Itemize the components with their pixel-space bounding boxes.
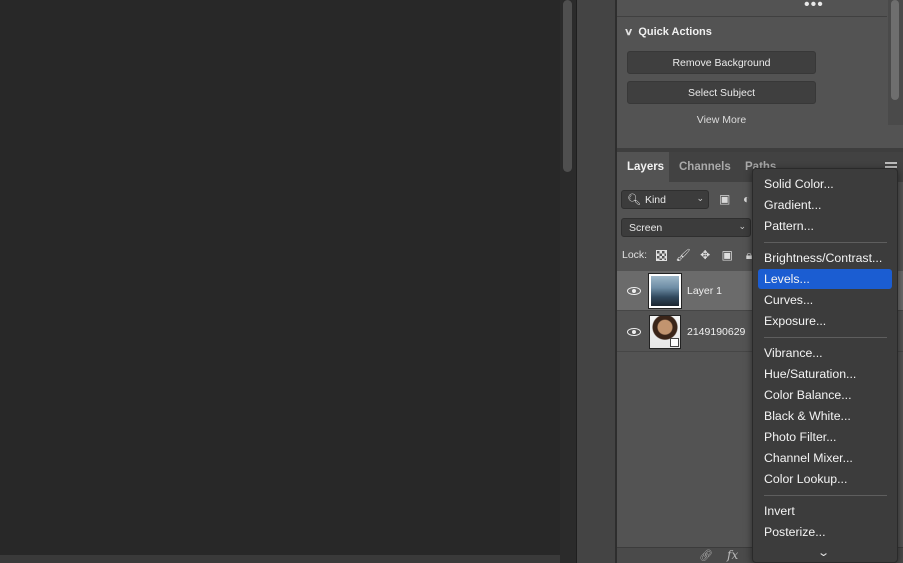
smart-object-icon bbox=[670, 338, 679, 347]
menu-item-exposure[interactable]: Exposure... bbox=[758, 311, 892, 331]
tab-layers[interactable]: Layers bbox=[617, 152, 669, 182]
menu-item-curves[interactable]: Curves... bbox=[758, 290, 892, 310]
menu-item-gradient[interactable]: Gradient... bbox=[758, 195, 892, 215]
chevron-down-icon: ∨ bbox=[623, 26, 634, 38]
blend-mode-value: Screen bbox=[629, 221, 663, 234]
link-layers-icon[interactable]: 🔗︎ bbox=[699, 549, 713, 562]
view-more-link[interactable]: View More bbox=[627, 114, 816, 126]
image-filter-icon[interactable]: ▣ bbox=[719, 192, 735, 206]
menu-item-posterize[interactable]: Posterize... bbox=[758, 522, 892, 542]
chevron-down-icon: ⌄ bbox=[738, 221, 746, 231]
visibility-eye-icon[interactable] bbox=[625, 323, 643, 341]
photoshop-window: ••• ∨ Quick Actions Remove Background Se… bbox=[0, 0, 903, 563]
chevron-down-icon: ⌄ bbox=[696, 193, 704, 203]
lock-label: Lock: bbox=[622, 249, 648, 261]
menu-item-channel-mixer[interactable]: Channel Mixer... bbox=[758, 448, 892, 468]
menu-item-black-white[interactable]: Black & White... bbox=[758, 406, 892, 426]
chevron-down-icon[interactable]: ⌄ bbox=[817, 546, 830, 559]
remove-background-button[interactable]: Remove Background bbox=[627, 51, 816, 74]
menu-item-invert[interactable]: Invert bbox=[758, 501, 892, 521]
vertical-scrollbar-thumb[interactable] bbox=[563, 0, 572, 172]
quick-actions-header[interactable]: ∨ Quick Actions bbox=[623, 26, 712, 38]
properties-scrollbar-thumb[interactable] bbox=[891, 0, 899, 100]
panel-dock-gap bbox=[576, 0, 616, 563]
adjustment-layer-menu: ⌄ Solid Color... Gradient... Pattern... Bri… bbox=[752, 168, 898, 563]
layer-thumbnail bbox=[649, 315, 681, 349]
lock-transparent-pixels-icon[interactable] bbox=[653, 248, 669, 262]
more-options-icon[interactable]: ••• bbox=[804, 0, 824, 14]
layer-thumbnail bbox=[648, 273, 682, 309]
document-canvas[interactable] bbox=[0, 0, 560, 555]
menu-item-solid-color[interactable]: Solid Color... bbox=[758, 174, 892, 194]
menu-item-color-lookup[interactable]: Color Lookup... bbox=[758, 469, 892, 489]
menu-item-color-balance[interactable]: Color Balance... bbox=[758, 385, 892, 405]
menu-item-hue-saturation[interactable]: Hue/Saturation... bbox=[758, 364, 892, 384]
lock-toolbar: Lock: 🖌︎ ✥ ▣ 🔒︎ bbox=[622, 248, 757, 263]
menu-separator bbox=[764, 337, 887, 338]
menu-item-vibrance[interactable]: Vibrance... bbox=[758, 343, 892, 363]
filter-kind-value: Kind bbox=[644, 193, 666, 206]
menu-item-levels[interactable]: Levels... bbox=[758, 269, 892, 289]
lock-position-icon[interactable]: ✥ bbox=[697, 248, 713, 262]
visibility-eye-icon[interactable] bbox=[625, 282, 643, 300]
fx-icon[interactable]: fx bbox=[727, 548, 738, 562]
menu-separator bbox=[764, 495, 887, 496]
lock-artboard-icon[interactable]: ▣ bbox=[719, 248, 735, 262]
lock-image-pixels-icon[interactable]: 🖌︎ bbox=[675, 248, 691, 262]
menu-separator bbox=[764, 242, 887, 243]
layer-name[interactable]: 2149190629 bbox=[687, 326, 745, 338]
tab-channels[interactable]: Channels bbox=[669, 152, 733, 182]
menu-item-brightness-contrast[interactable]: Brightness/Contrast... bbox=[758, 248, 892, 268]
divider bbox=[617, 16, 887, 17]
select-subject-button[interactable]: Select Subject bbox=[627, 81, 816, 104]
layer-name[interactable]: Layer 1 bbox=[687, 285, 722, 297]
quick-actions-title: Quick Actions bbox=[638, 26, 712, 38]
menu-item-pattern[interactable]: Pattern... bbox=[758, 216, 892, 236]
horizontal-scrollbar[interactable] bbox=[0, 555, 560, 563]
menu-item-photo-filter[interactable]: Photo Filter... bbox=[758, 427, 892, 447]
properties-panel: ••• ∨ Quick Actions Remove Background Se… bbox=[617, 0, 903, 150]
blend-mode-select[interactable]: Screen ⌄ bbox=[621, 218, 751, 237]
search-icon: 🔍︎ bbox=[627, 194, 641, 206]
layer-filter-kind-select[interactable]: 🔍︎ Kind ⌄ bbox=[621, 190, 709, 209]
